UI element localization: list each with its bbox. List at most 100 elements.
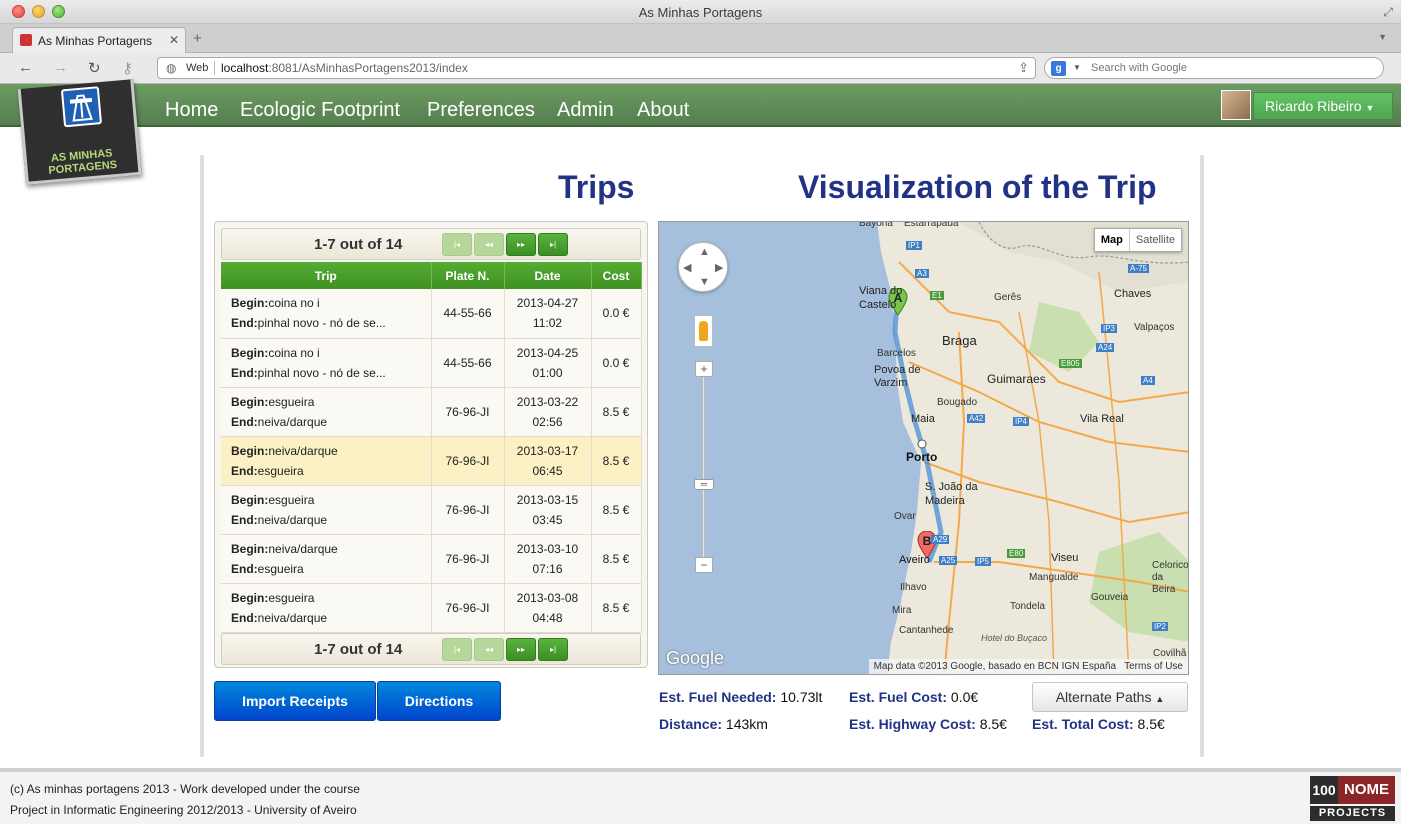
fullscreen-icon[interactable]: ⤢ bbox=[1383, 5, 1393, 20]
alternate-paths-button[interactable]: Alternate Paths ▲ bbox=[1032, 682, 1188, 712]
key-icon[interactable]: ⚷ bbox=[122, 59, 133, 77]
table-row[interactable]: Begin:esgueira End:neiva/darque 76-96-JI … bbox=[221, 387, 642, 437]
map-attribution: Map data ©2013 Google, basado en BCN IGN… bbox=[868, 659, 1188, 674]
place-label: Tondela bbox=[1010, 601, 1046, 612]
place-label: Maia bbox=[911, 413, 935, 425]
trip-begin: neiva/darque bbox=[268, 541, 338, 556]
zoom-in-button[interactable]: + bbox=[695, 361, 713, 377]
site-logo[interactable]: AS MINHAS PORTAGENS bbox=[14, 79, 147, 193]
table-row[interactable]: Begin:esgueira End:neiva/darque 76-96-JI … bbox=[221, 583, 642, 633]
cost-cell: 8.5 € bbox=[591, 436, 642, 486]
trip-map[interactable]: A B Bayona Estarrapada Viana do Castelo … bbox=[658, 221, 1189, 675]
url-text[interactable]: localhost:8081/AsMinhasPortagens2013/ind… bbox=[221, 61, 468, 75]
pan-left-icon[interactable]: ◀ bbox=[683, 261, 691, 274]
reload-icon[interactable]: ↻ bbox=[88, 59, 101, 77]
browser-tab[interactable]: As Minhas Portagens ✕ bbox=[12, 27, 186, 53]
url-bar[interactable]: ◍ Web localhost:8081/AsMinhasPortagens20… bbox=[157, 57, 1036, 79]
trip-begin: neiva/darque bbox=[268, 443, 338, 458]
place-label: Bougado bbox=[937, 397, 978, 408]
back-icon[interactable]: ← bbox=[18, 59, 33, 76]
place-label: Valpaços bbox=[1134, 322, 1175, 333]
plate-cell: 76-96-JI bbox=[431, 534, 505, 584]
search-bar[interactable]: g ▼ Search with Google bbox=[1044, 57, 1384, 79]
tab-close-icon[interactable]: ✕ bbox=[169, 33, 179, 47]
road-shield: E1 bbox=[930, 291, 944, 300]
place-label: Covilhã bbox=[1153, 648, 1187, 659]
trip-cell: Begin:coina no i End:pinhal novo - nó de … bbox=[221, 289, 432, 339]
zoom-slider-track[interactable] bbox=[702, 369, 705, 569]
plate-cell: 76-96-JI bbox=[431, 485, 505, 535]
trip-time: 02:56 bbox=[532, 414, 563, 429]
place-label: Vila Real bbox=[1080, 413, 1124, 425]
last-page-button[interactable]: ▸| bbox=[538, 638, 568, 661]
tab-menu-icon[interactable]: ▼ bbox=[1378, 32, 1387, 42]
forward-icon[interactable]: → bbox=[53, 59, 68, 76]
city-dot bbox=[917, 439, 927, 449]
table-row[interactable]: Begin:coina no i End:pinhal novo - nó de … bbox=[221, 338, 642, 388]
last-page-button[interactable]: ▸| bbox=[538, 233, 568, 256]
tab-bar: As Minhas Portagens ✕ + ▼ bbox=[0, 24, 1401, 53]
cemnome-projects-logo[interactable]: 100 NOME PROJECTS bbox=[1310, 776, 1395, 822]
directions-button[interactable]: Directions bbox=[377, 681, 501, 721]
trip-cell: Begin:esgueira End:neiva/darque bbox=[221, 583, 432, 633]
pan-control[interactable]: ▲ ▼ ◀ ▶ bbox=[678, 242, 728, 292]
import-receipts-button[interactable]: Import Receipts bbox=[214, 681, 376, 721]
zoom-slider-handle[interactable]: ═ bbox=[694, 479, 714, 490]
url-host: localhost bbox=[221, 61, 269, 75]
prev-page-button[interactable]: ◂◂ bbox=[474, 233, 504, 256]
first-page-button[interactable]: |◂ bbox=[442, 638, 472, 661]
logo-100: 100 bbox=[1310, 776, 1338, 804]
trip-cell: Begin:esgueira End:neiva/darque bbox=[221, 387, 432, 437]
column-header-trip[interactable]: Trip bbox=[221, 262, 432, 289]
nav-preferences[interactable]: Preferences bbox=[427, 99, 535, 122]
column-header-date[interactable]: Date bbox=[504, 262, 592, 289]
nav-ecologic-footprint[interactable]: Ecologic Footprint bbox=[240, 99, 400, 122]
pan-down-icon[interactable]: ▼ bbox=[699, 276, 710, 288]
total-cost: Est. Total Cost: 8.5€ bbox=[1032, 716, 1165, 732]
date-cell: 2013-03-17 06:45 bbox=[504, 436, 592, 486]
place-label: Porto bbox=[906, 450, 938, 464]
nav-about[interactable]: About bbox=[637, 99, 689, 122]
pan-up-icon[interactable]: ▲ bbox=[699, 246, 710, 258]
trip-end: neiva/darque bbox=[257, 512, 328, 527]
cost-cell: 8.5 € bbox=[591, 387, 642, 437]
zoom-out-button[interactable]: − bbox=[695, 557, 713, 573]
place-label: Mangualde bbox=[1029, 572, 1079, 583]
distance-label: Distance: bbox=[659, 716, 723, 732]
nav-home[interactable]: Home bbox=[165, 99, 218, 122]
terms-of-use-link[interactable]: Terms of Use bbox=[1124, 661, 1183, 672]
next-page-button[interactable]: ▸▸ bbox=[506, 233, 536, 256]
column-header-cost[interactable]: Cost bbox=[591, 262, 642, 289]
table-row[interactable]: Begin:neiva/darque End:esgueira 76-96-JI … bbox=[221, 534, 642, 584]
road-shield: A4 bbox=[1141, 376, 1155, 385]
nav-admin[interactable]: Admin bbox=[557, 99, 614, 122]
column-header-plate[interactable]: Plate N. bbox=[431, 262, 505, 289]
new-tab-button[interactable]: + bbox=[193, 30, 202, 47]
trip-time: 01:00 bbox=[532, 365, 563, 380]
place-label: Gerês bbox=[994, 292, 1022, 303]
next-page-button[interactable]: ▸▸ bbox=[506, 638, 536, 661]
share-icon[interactable]: ⇪ bbox=[1018, 60, 1029, 76]
footer-text: (c) As minhas portagens 2013 - Work deve… bbox=[10, 782, 360, 796]
place-label: Cantanhede bbox=[899, 625, 954, 636]
trip-end: pinhal novo - nó de se... bbox=[257, 365, 386, 380]
pan-right-icon[interactable]: ▶ bbox=[715, 261, 723, 274]
map-data-text: Map data ©2013 Google, basado en BCN IGN… bbox=[873, 661, 1117, 672]
table-row[interactable]: Begin:coina no i End:pinhal novo - nó de … bbox=[221, 289, 642, 339]
plate-cell: 76-96-JI bbox=[431, 583, 505, 633]
trip-end: neiva/darque bbox=[257, 610, 328, 625]
main-content: Trips Visualization of the Trip 1-7 out … bbox=[200, 155, 1204, 757]
table-row-selected[interactable]: Begin:neiva/darque End:esgueira 76-96-JI … bbox=[221, 436, 642, 486]
google-logo: Google bbox=[666, 648, 725, 668]
end-label: End: bbox=[231, 414, 258, 429]
place-label: Bayona bbox=[859, 221, 893, 229]
place-label: Braga bbox=[942, 333, 977, 348]
user-menu-button[interactable]: Ricardo Ribeiro ▼ bbox=[1253, 92, 1393, 120]
chevron-down-icon[interactable]: ▼ bbox=[1073, 63, 1081, 72]
street-view-pegman-icon[interactable] bbox=[694, 315, 713, 347]
map-type-satellite-button[interactable]: Satellite bbox=[1130, 229, 1181, 251]
table-row[interactable]: Begin:esgueira End:neiva/darque 76-96-JI … bbox=[221, 485, 642, 535]
map-type-map-button[interactable]: Map bbox=[1095, 229, 1130, 251]
first-page-button[interactable]: |◂ bbox=[442, 233, 472, 256]
prev-page-button[interactable]: ◂◂ bbox=[474, 638, 504, 661]
